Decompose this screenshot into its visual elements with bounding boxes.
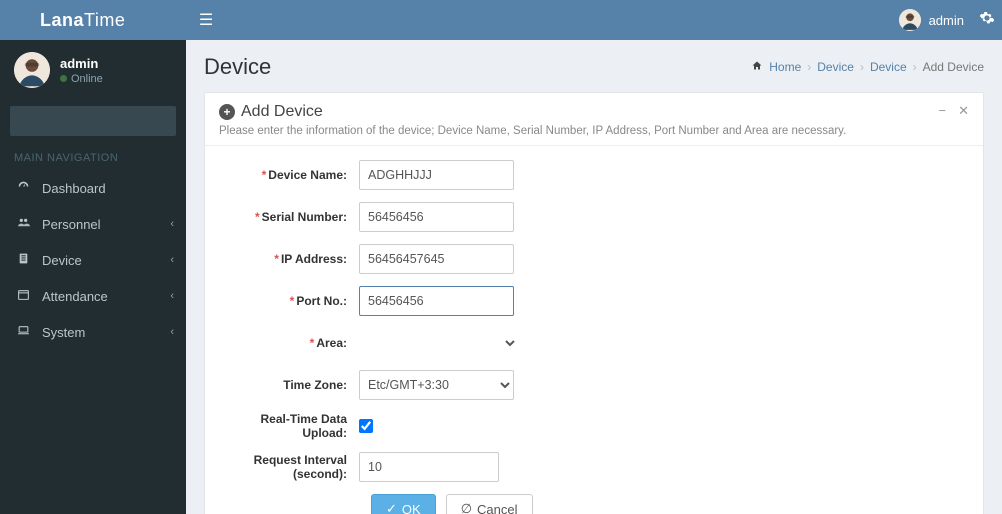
sidebar-nav-header: MAIN NAVIGATION (0, 146, 186, 170)
chevron-left-icon: ‹ (170, 290, 174, 302)
topbar-user[interactable]: admin (899, 9, 972, 31)
home-icon (751, 60, 763, 75)
breadcrumb-sep: › (860, 60, 864, 74)
interval-label: Request Interval (second): (219, 453, 359, 481)
chevron-left-icon: ‹ (170, 326, 174, 338)
laptop-icon (14, 324, 32, 340)
sidebar: admin Online MAIN NAVIGATION Dashboard P… (0, 40, 186, 514)
close-icon[interactable]: ✕ (958, 103, 969, 119)
main-area: admin Online MAIN NAVIGATION Dashboard P… (0, 40, 1002, 514)
brand-part2: Time (84, 10, 125, 31)
topbar-username: admin (929, 13, 964, 28)
breadcrumb-l1[interactable]: Device (817, 60, 854, 74)
settings-gear-icon[interactable] (972, 10, 1002, 31)
sidebar-item-system[interactable]: System ‹ (0, 314, 186, 350)
sidebar-item-device[interactable]: Device ‹ (0, 242, 186, 278)
sidebar-item-label: Personnel (42, 217, 101, 232)
breadcrumb-sep: › (913, 60, 917, 74)
avatar-icon (899, 9, 921, 31)
sidebar-item-label: Device (42, 253, 82, 268)
minimize-icon[interactable]: − (939, 103, 947, 119)
interval-input[interactable] (359, 452, 499, 482)
serial-number-label: *Serial Number: (219, 210, 359, 224)
ip-address-label: *IP Address: (219, 252, 359, 266)
device-name-label: *Device Name: (219, 168, 359, 182)
chevron-left-icon: ‹ (170, 254, 174, 266)
ok-button[interactable]: ✓ OK (371, 494, 436, 514)
page-title: Device (204, 54, 271, 80)
chevron-left-icon: ‹ (170, 218, 174, 230)
brand-logo[interactable]: LanaTime (0, 0, 186, 40)
serial-number-input[interactable] (359, 202, 514, 232)
port-no-input[interactable] (359, 286, 514, 316)
check-icon: ✓ (386, 501, 397, 514)
calendar-icon (14, 288, 32, 304)
timezone-label: Time Zone: (219, 378, 359, 392)
cancel-button[interactable]: ∅ Cancel (446, 494, 533, 514)
dashboard-icon (14, 180, 32, 196)
sidebar-item-dashboard[interactable]: Dashboard (0, 170, 186, 206)
realtime-label: Real-Time Data Upload: (219, 412, 359, 440)
panel-title: + Add Device (219, 103, 939, 121)
sidebar-username: admin (60, 56, 103, 71)
area-label: *Area: (219, 336, 359, 350)
ip-address-input[interactable] (359, 244, 514, 274)
hamburger-icon[interactable]: ☰ (186, 10, 226, 30)
topbar: LanaTime ☰ admin (0, 0, 1002, 40)
realtime-checkbox[interactable] (359, 419, 373, 433)
add-device-panel: + Add Device Please enter the informatio… (204, 92, 984, 514)
panel-head: + Add Device Please enter the informatio… (205, 93, 983, 146)
sidebar-search-input[interactable] (10, 106, 176, 136)
sidebar-item-personnel[interactable]: Personnel ‹ (0, 206, 186, 242)
breadcrumb-sep: › (807, 60, 811, 74)
users-icon (14, 216, 32, 232)
brand-part1: Lana (40, 10, 84, 31)
sidebar-item-label: Dashboard (42, 181, 106, 196)
breadcrumb-l2[interactable]: Device (870, 60, 907, 74)
device-name-input[interactable] (359, 160, 514, 190)
sidebar-item-attendance[interactable]: Attendance ‹ (0, 278, 186, 314)
add-device-form: *Device Name: *Serial Number: *IP Addres… (205, 146, 983, 514)
sidebar-user-panel: admin Online (0, 40, 186, 100)
device-icon (14, 252, 32, 268)
plus-circle-icon: + (219, 104, 235, 120)
ban-icon: ∅ (461, 501, 472, 514)
breadcrumb-current: Add Device (923, 60, 984, 74)
status-dot-icon (60, 75, 67, 82)
timezone-select[interactable]: Etc/GMT+3:30 (359, 370, 514, 400)
breadcrumb-home[interactable]: Home (769, 60, 801, 74)
sidebar-user-status: Online (60, 73, 103, 85)
area-select[interactable] (359, 328, 518, 358)
breadcrumb: Home › Device › Device › Add Device (751, 60, 984, 75)
panel-subtitle: Please enter the information of the devi… (219, 125, 939, 137)
sidebar-item-label: Attendance (42, 289, 108, 304)
sidebar-item-label: System (42, 325, 85, 340)
content: Device Home › Device › Device › Add Devi… (186, 40, 1002, 514)
avatar-icon (14, 52, 50, 88)
page-head: Device Home › Device › Device › Add Devi… (204, 54, 984, 80)
sidebar-nav: Dashboard Personnel ‹ Device ‹ (0, 170, 186, 350)
port-no-label: *Port No.: (219, 294, 359, 308)
